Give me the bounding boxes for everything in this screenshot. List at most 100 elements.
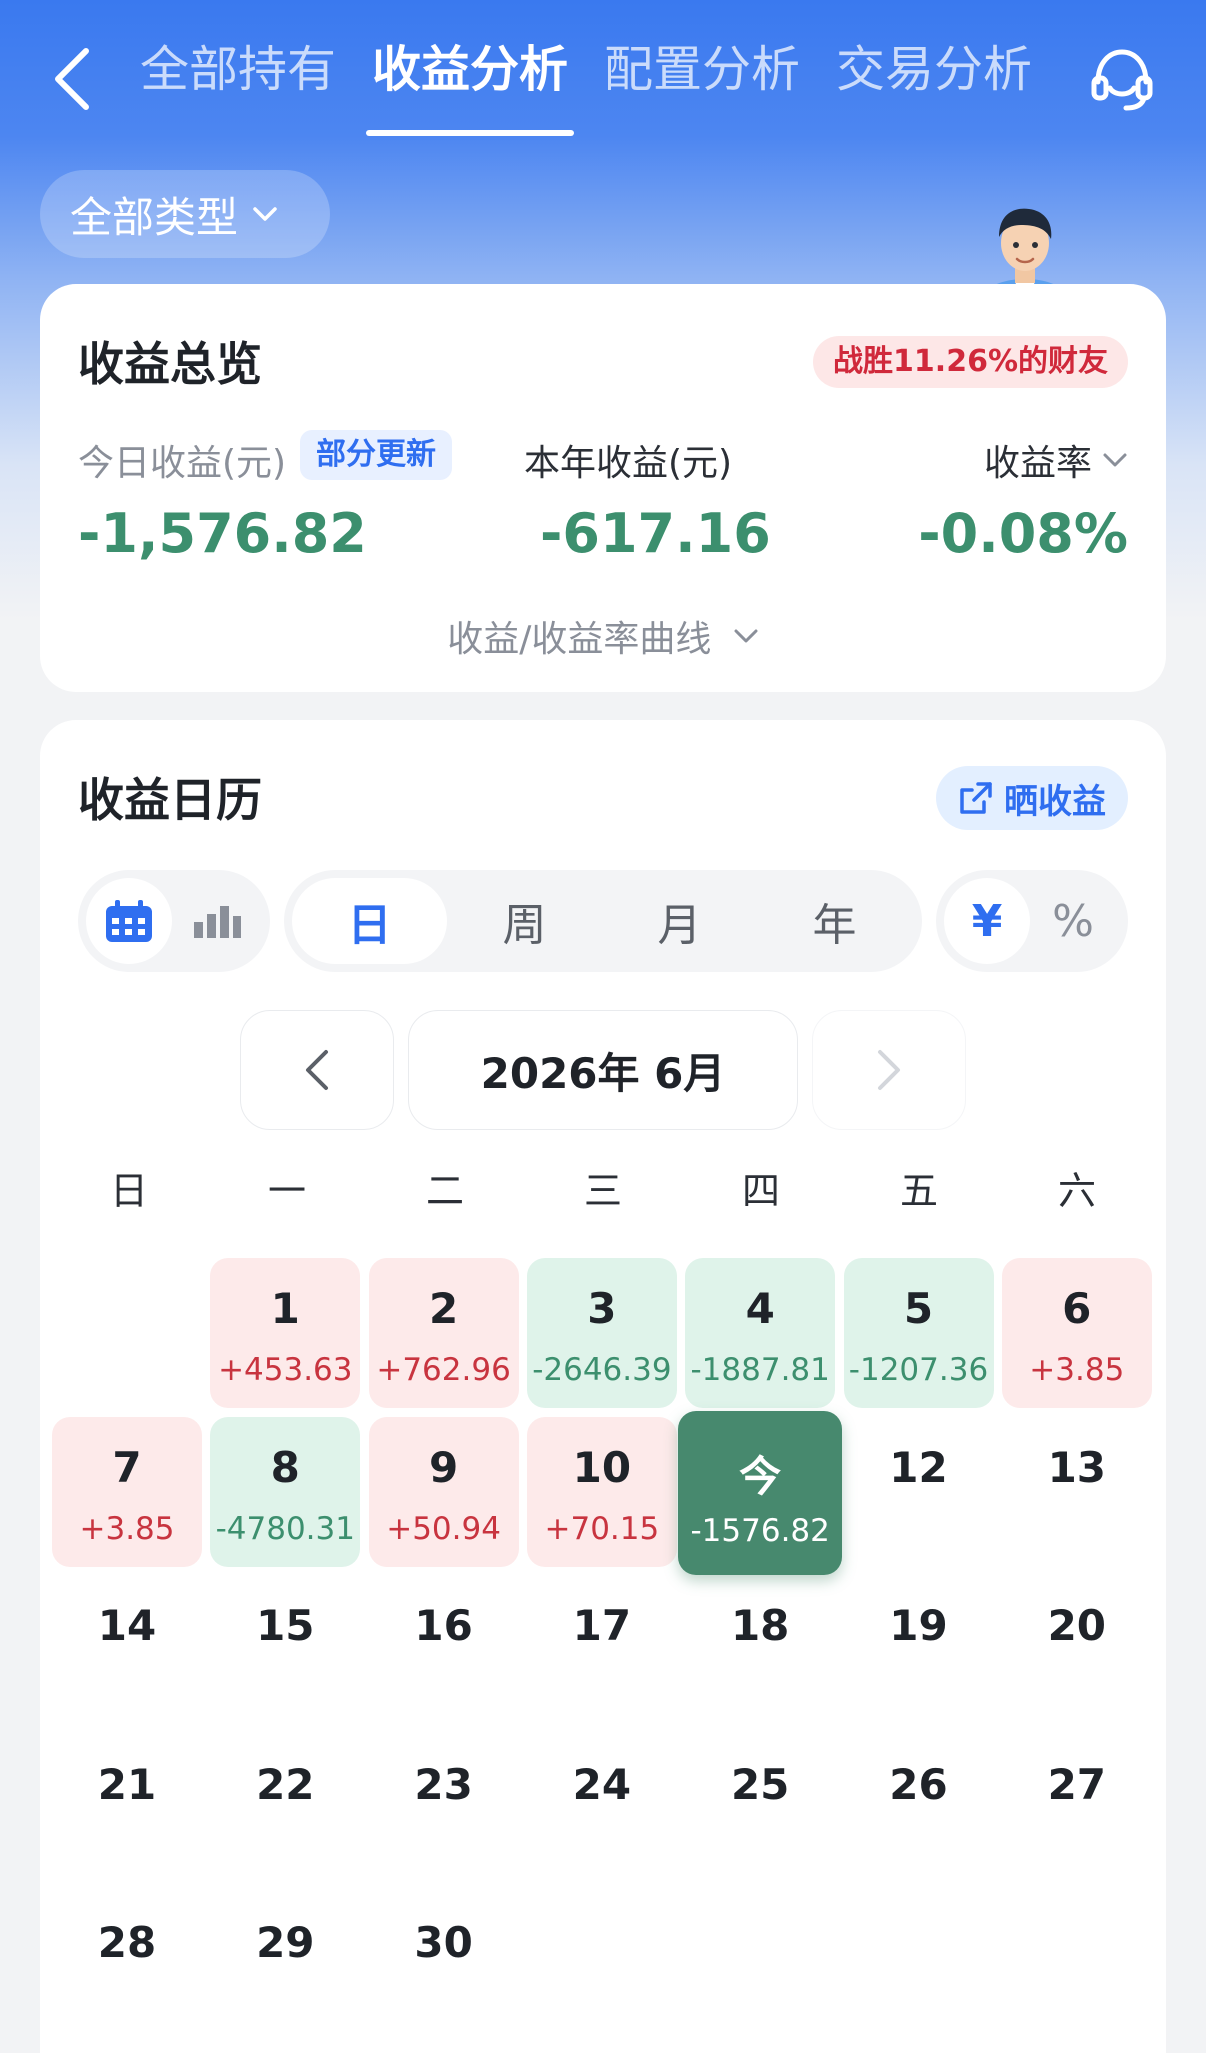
day-number: 2 — [428, 1284, 459, 1333]
day-number: 12 — [889, 1442, 948, 1492]
tab-allocation-analysis[interactable]: 配置分析 — [604, 30, 800, 140]
calendar-day[interactable]: 17 — [527, 1575, 677, 1725]
today-profit-value: -1,576.82 — [78, 502, 367, 565]
day-number: 19 — [889, 1601, 948, 1650]
customer-service-icon — [1091, 49, 1153, 111]
day-number: 22 — [256, 1759, 315, 1809]
day-profit: +453.63 — [218, 1352, 353, 1388]
day-profit: +3.85 — [1029, 1352, 1125, 1388]
calendar-title: 收益日历 — [78, 773, 262, 827]
calendar-day[interactable]: 20 — [1002, 1575, 1152, 1725]
profit-overview-card: 收益总览 战胜11.26%的财友 今日收益(元) 部分更新 -1,576.82 … — [40, 284, 1166, 692]
day-number: 今 — [739, 1451, 782, 1501]
weekday-fri: 五 — [899, 1169, 938, 1213]
calendar-day[interactable]: 3 -2646.39 — [526, 1258, 677, 1408]
calendar-day[interactable]: 22 — [210, 1734, 360, 1884]
day-profit: -1576.82 — [690, 1512, 830, 1549]
calendar-view-button[interactable] — [86, 878, 172, 964]
day-number: 8 — [270, 1442, 300, 1492]
period-day-tab[interactable]: 日 — [292, 878, 447, 964]
chevron-right-icon — [878, 1050, 900, 1090]
tab-profit-analysis[interactable]: 收益分析 — [366, 30, 575, 140]
calendar-day[interactable]: 7 +3.85 — [52, 1416, 202, 1567]
day-number: 27 — [1047, 1759, 1107, 1809]
calendar-day[interactable]: 29 — [210, 1892, 360, 2042]
calendar-day[interactable]: 25 — [685, 1734, 835, 1884]
rate-dropdown[interactable]: 收益率 — [984, 434, 1128, 486]
day-profit: -1887.81 — [690, 1352, 830, 1388]
period-month-tab[interactable]: 月 — [602, 878, 757, 964]
rank-badge: 战胜11.26%的财友 — [813, 336, 1128, 388]
calendar-day[interactable]: 2 +762.96 — [368, 1258, 519, 1408]
overview-title: 收益总览 — [78, 337, 262, 391]
day-number: 17 — [572, 1601, 632, 1650]
day-number: 3 — [587, 1284, 617, 1333]
calendar-day[interactable]: 30 — [369, 1892, 519, 2042]
calendar-day[interactable]: 16 — [369, 1575, 519, 1725]
calendar-day[interactable]: 19 — [844, 1575, 994, 1725]
weekday-thu: 四 — [741, 1169, 780, 1213]
day-number: 4 — [745, 1284, 775, 1333]
calendar-day[interactable]: 8 -4780.31 — [210, 1416, 361, 1567]
day-number: 15 — [256, 1601, 315, 1650]
back-arrow-icon — [55, 48, 89, 110]
type-filter-dropdown[interactable]: 全部类型 — [40, 170, 330, 258]
calendar-day[interactable]: 6 +3.85 — [1001, 1258, 1152, 1408]
rate-value: -0.08% — [918, 502, 1128, 565]
share-profit-button[interactable]: 晒收益 — [936, 766, 1128, 830]
day-number: 1 — [270, 1284, 300, 1333]
calendar-day[interactable]: 10 +70.15 — [526, 1416, 677, 1567]
curve-toggle[interactable]: 收益/收益率曲线 — [40, 610, 1166, 662]
year-profit-value: -617.16 — [540, 502, 771, 565]
view-toggle — [78, 870, 270, 972]
calendar-day-today[interactable]: 今 -1576.82 — [678, 1410, 843, 1575]
month-display[interactable]: 2026年 6月 — [408, 1010, 798, 1130]
day-profit: +50.94 — [386, 1510, 501, 1547]
calendar-day[interactable]: 21 — [52, 1734, 202, 1884]
calendar-day[interactable]: 12 — [844, 1417, 994, 1567]
calendar-day[interactable]: 26 — [844, 1734, 994, 1884]
customer-service-button[interactable] — [1086, 44, 1158, 114]
calendar-day[interactable]: 15 — [210, 1575, 360, 1725]
active-tab-indicator — [366, 130, 575, 136]
calendar-day[interactable]: 1 +453.63 — [210, 1258, 361, 1408]
chevron-down-icon — [734, 629, 758, 643]
calendar-day[interactable]: 23 — [369, 1734, 519, 1884]
day-profit: -4780.31 — [215, 1510, 355, 1547]
calendar-day[interactable]: 28 — [52, 1892, 202, 2042]
month-label: 2026年 6月 — [480, 1048, 726, 1098]
unit-toggle: ¥ % — [936, 870, 1128, 972]
unit-percent-button[interactable]: % — [1030, 878, 1116, 964]
calendar-day[interactable]: 14 — [52, 1575, 202, 1725]
calendar-day[interactable]: 5 -1207.36 — [843, 1258, 994, 1408]
back-button[interactable] — [44, 44, 100, 114]
next-month-button[interactable] — [812, 1010, 966, 1130]
period-week-tab[interactable]: 周 — [447, 878, 602, 964]
year-profit-label: 本年收益(元) — [524, 443, 733, 484]
calendar-day[interactable]: 4 -1887.81 — [685, 1258, 836, 1408]
period-year-tab[interactable]: 年 — [757, 878, 912, 964]
tab-trade-analysis[interactable]: 交易分析 — [836, 30, 1032, 140]
tab-all-holdings[interactable]: 全部持有 — [140, 30, 336, 140]
calendar-day[interactable]: 9 +50.94 — [368, 1416, 519, 1567]
day-number: 5 — [903, 1284, 934, 1333]
prev-month-button[interactable] — [240, 1010, 394, 1130]
share-icon — [960, 782, 992, 814]
unit-amount-button[interactable]: ¥ — [944, 878, 1030, 964]
weekday-wed: 三 — [583, 1169, 622, 1213]
day-number: 21 — [97, 1759, 157, 1809]
chart-view-button[interactable] — [172, 878, 262, 964]
day-profit: -2646.39 — [532, 1352, 672, 1388]
calendar-day[interactable]: 18 — [685, 1575, 835, 1725]
weekday-header: 日 一 二 三 四 五 六 — [50, 1160, 1156, 1215]
day-number: 26 — [889, 1759, 948, 1809]
day-number: 14 — [97, 1601, 157, 1650]
partial-update-badge: 部分更新 — [300, 430, 452, 480]
calendar-day[interactable]: 27 — [1002, 1734, 1152, 1884]
day-number: 28 — [97, 1918, 157, 1967]
calendar-day[interactable]: 24 — [527, 1734, 677, 1884]
day-profit: +3.85 — [79, 1510, 175, 1547]
day-number: 13 — [1047, 1442, 1107, 1492]
calendar-day[interactable]: 13 — [1002, 1417, 1152, 1567]
chevron-left-icon — [306, 1050, 328, 1090]
